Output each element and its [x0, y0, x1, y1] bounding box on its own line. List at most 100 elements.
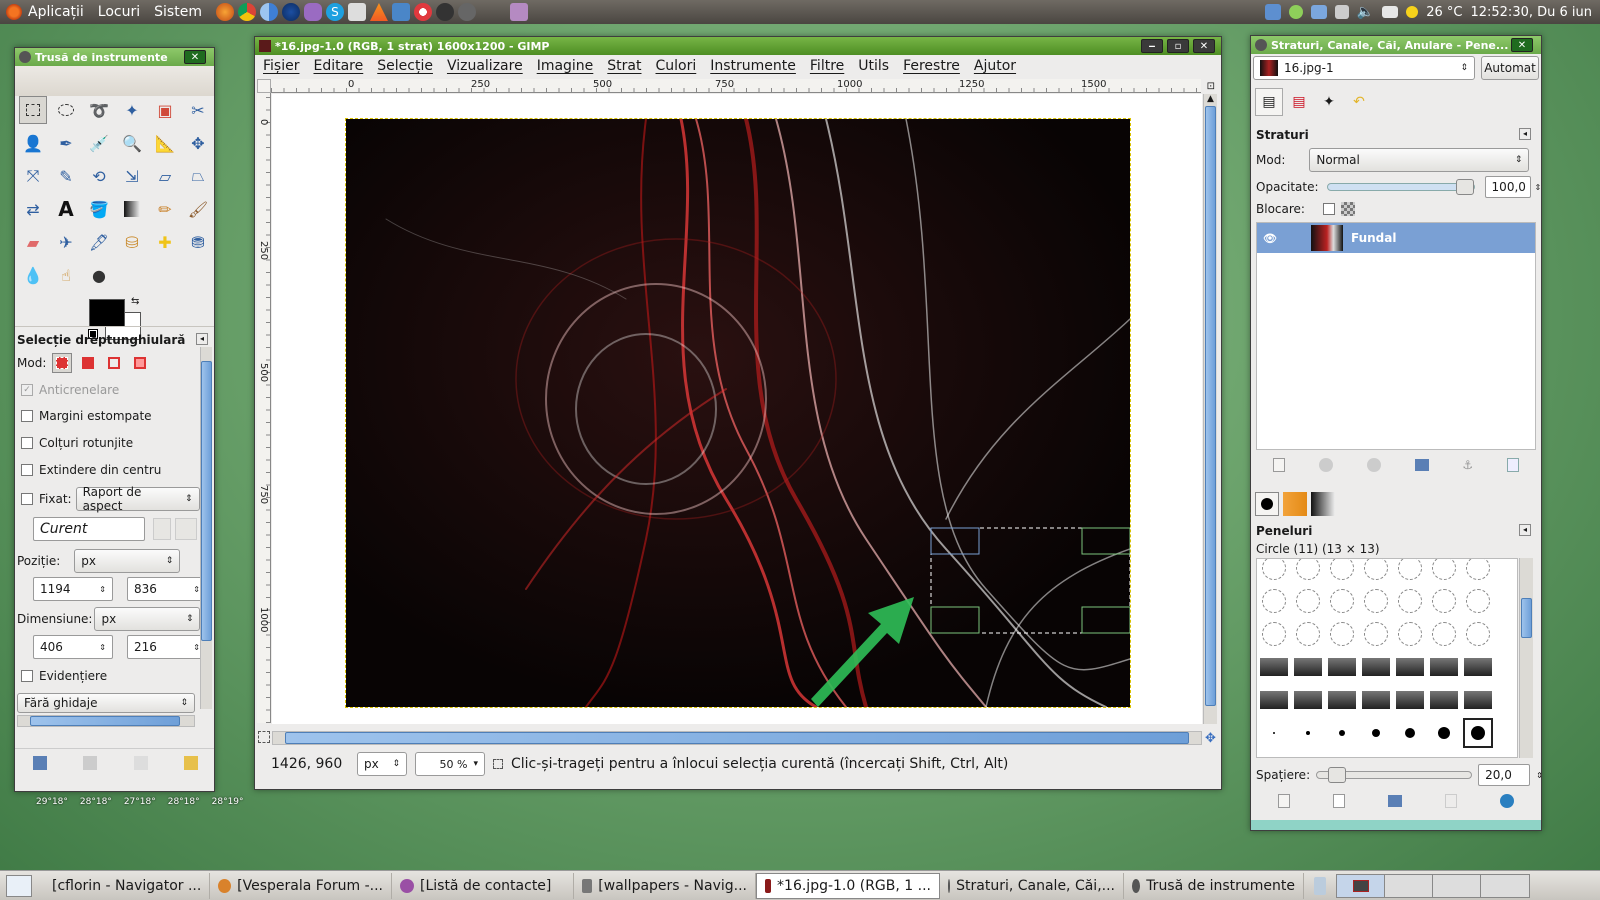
spacing-field[interactable]: 20,0: [1478, 764, 1531, 786]
brush-thumbnail[interactable]: [1327, 559, 1357, 583]
brush-thumbnail[interactable]: [1327, 619, 1357, 649]
taskbar-item[interactable]: [Vesperala Forum -...: [210, 872, 392, 899]
brush-thumbnail[interactable]: [1293, 619, 1323, 649]
tool-options-scrollbar[interactable]: [200, 347, 212, 709]
brush-scroll-thumb[interactable]: [1521, 598, 1532, 638]
spin-icon[interactable]: ⇕: [1536, 771, 1541, 780]
navigate-corner-icon[interactable]: ✥: [1205, 731, 1216, 746]
canvas-vscrollbar[interactable]: ▲: [1203, 94, 1217, 724]
brush-thumbnail[interactable]: [1429, 559, 1459, 583]
foreground-color-swatch[interactable]: [89, 299, 125, 327]
brush-thumbnail[interactable]: [1293, 586, 1323, 616]
foreground-select-tool-icon[interactable]: 👤: [19, 129, 47, 157]
taskbar-item[interactable]: [cflorin - Navigator ...: [38, 872, 210, 899]
auto-button[interactable]: Automat: [1481, 56, 1539, 80]
delete-options-icon[interactable]: [133, 755, 148, 770]
lock-alpha-icon[interactable]: [1340, 202, 1355, 216]
taskbar-item[interactable]: [Listă de contacte]: [392, 872, 574, 899]
menu-view[interactable]: Vizualizare: [447, 58, 523, 74]
opacity-slider[interactable]: [1326, 179, 1475, 195]
unit-combo[interactable]: px ⇕: [357, 752, 407, 776]
spin-icon[interactable]: ⇕: [1535, 183, 1541, 192]
flip-tool-icon[interactable]: ⇄: [19, 195, 47, 223]
duplicate-brush-icon[interactable]: [1387, 795, 1402, 807]
menu-applications[interactable]: Aplicații: [28, 4, 84, 20]
pencil-tool-icon[interactable]: ✏: [151, 195, 179, 223]
menu-colors[interactable]: Culori: [656, 58, 697, 74]
blend-tool-icon[interactable]: [118, 195, 146, 223]
fixed-checkbox[interactable]: [21, 493, 33, 505]
browser-icon[interactable]: [281, 3, 300, 21]
swap-colors-icon[interactable]: ⇆: [131, 296, 139, 307]
landscape-icon[interactable]: [175, 518, 197, 540]
notes-icon[interactable]: [509, 3, 528, 21]
clock[interactable]: 12:52:30, Du 6 iun: [1470, 5, 1592, 20]
brush-thumbnail[interactable]: [1395, 586, 1425, 616]
brush-thumbnail[interactable]: [1429, 586, 1459, 616]
eraser-tool-icon[interactable]: ▰: [19, 228, 47, 256]
brush-thumbnail[interactable]: [1395, 619, 1425, 649]
clipboard-icon[interactable]: [1334, 5, 1349, 19]
bucket-fill-tool-icon[interactable]: 🪣: [85, 195, 113, 223]
lasso-tool-icon[interactable]: ➰: [85, 96, 113, 124]
brush-thumbnail[interactable]: [1429, 685, 1459, 715]
vscroll-thumb[interactable]: [1205, 106, 1216, 706]
anchor-layer-icon[interactable]: ⚓: [1462, 458, 1473, 472]
pos-x-field[interactable]: 1194 ⇕: [33, 577, 113, 601]
tab-channels-icon[interactable]: ▤: [1285, 88, 1313, 116]
canvas-hscrollbar[interactable]: [272, 731, 1202, 745]
maximize-icon[interactable]: ▫: [1167, 39, 1189, 53]
expand-center-checkbox[interactable]: [21, 464, 33, 476]
workspace[interactable]: [1385, 874, 1433, 897]
new-brush-icon[interactable]: [1332, 794, 1345, 808]
image-canvas[interactable]: [345, 118, 1131, 708]
brush-thumbnail[interactable]: [1463, 718, 1493, 748]
brush-thumbnail[interactable]: [1395, 652, 1425, 682]
edit-brush-icon[interactable]: [1277, 794, 1290, 808]
lower-layer-icon[interactable]: [1366, 458, 1381, 472]
paths-tool-icon[interactable]: ✒: [52, 129, 80, 157]
ruler-corner[interactable]: [257, 79, 271, 93]
brush-thumbnail[interactable]: [1463, 652, 1493, 682]
restore-options-icon[interactable]: [83, 755, 98, 770]
blur-tool-icon[interactable]: 💧: [19, 261, 47, 289]
h-scrollbar[interactable]: [17, 715, 195, 727]
dodge-burn-tool-icon[interactable]: ●: [85, 261, 113, 289]
tab-patterns-icon[interactable]: [1283, 492, 1307, 516]
brush-thumbnail[interactable]: [1327, 586, 1357, 616]
highlight-checkbox[interactable]: [21, 670, 33, 682]
brush-thumbnail[interactable]: [1463, 619, 1493, 649]
raise-layer-icon[interactable]: [1318, 458, 1333, 472]
color-picker-tool-icon[interactable]: 💉: [85, 129, 113, 157]
fuzzy-select-tool-icon[interactable]: ✦: [118, 96, 146, 124]
workspace-switcher[interactable]: [1336, 873, 1530, 898]
spacing-slider[interactable]: [1316, 767, 1473, 783]
size-w-field[interactable]: 406 ⇕: [33, 635, 113, 659]
brush-thumbnail[interactable]: [1463, 559, 1493, 583]
menu-select[interactable]: Selecție: [377, 58, 433, 74]
position-unit-combo[interactable]: px ⇕: [74, 549, 181, 573]
perspective-tool-icon[interactable]: ⏢: [184, 162, 212, 190]
mode-intersect-icon[interactable]: [130, 353, 150, 373]
brush-thumbnail[interactable]: [1293, 718, 1323, 748]
highlight-row[interactable]: Evidențiere: [21, 669, 107, 683]
align-tool-icon[interactable]: ⤧: [19, 162, 47, 190]
menu-windows[interactable]: Ferestre: [903, 58, 960, 74]
help-icon[interactable]: [413, 3, 432, 21]
rotate-tool-icon[interactable]: ⟲: [85, 162, 113, 190]
guides-combo[interactable]: Fără ghidaje ⇕: [17, 693, 195, 713]
spin-icon[interactable]: ⇕: [99, 585, 106, 594]
ubuntu-logo-icon[interactable]: [6, 4, 22, 20]
opacity-field[interactable]: 100,0: [1484, 176, 1531, 198]
size-h-field[interactable]: 216 ⇕: [127, 635, 207, 659]
gimp-icon[interactable]: [457, 3, 476, 21]
brush-thumbnail[interactable]: [1463, 685, 1493, 715]
brush-thumbnail[interactable]: [1361, 619, 1391, 649]
current-field[interactable]: Curent: [33, 517, 145, 541]
feather-checkbox[interactable]: [21, 410, 33, 422]
navigate-icon[interactable]: ⊡: [1207, 81, 1215, 92]
text-tool-icon[interactable]: A: [52, 195, 80, 223]
brush-thumbnail[interactable]: [1361, 685, 1391, 715]
spacing-slider-handle[interactable]: [1328, 767, 1347, 783]
brush-thumbnail[interactable]: [1429, 718, 1459, 748]
